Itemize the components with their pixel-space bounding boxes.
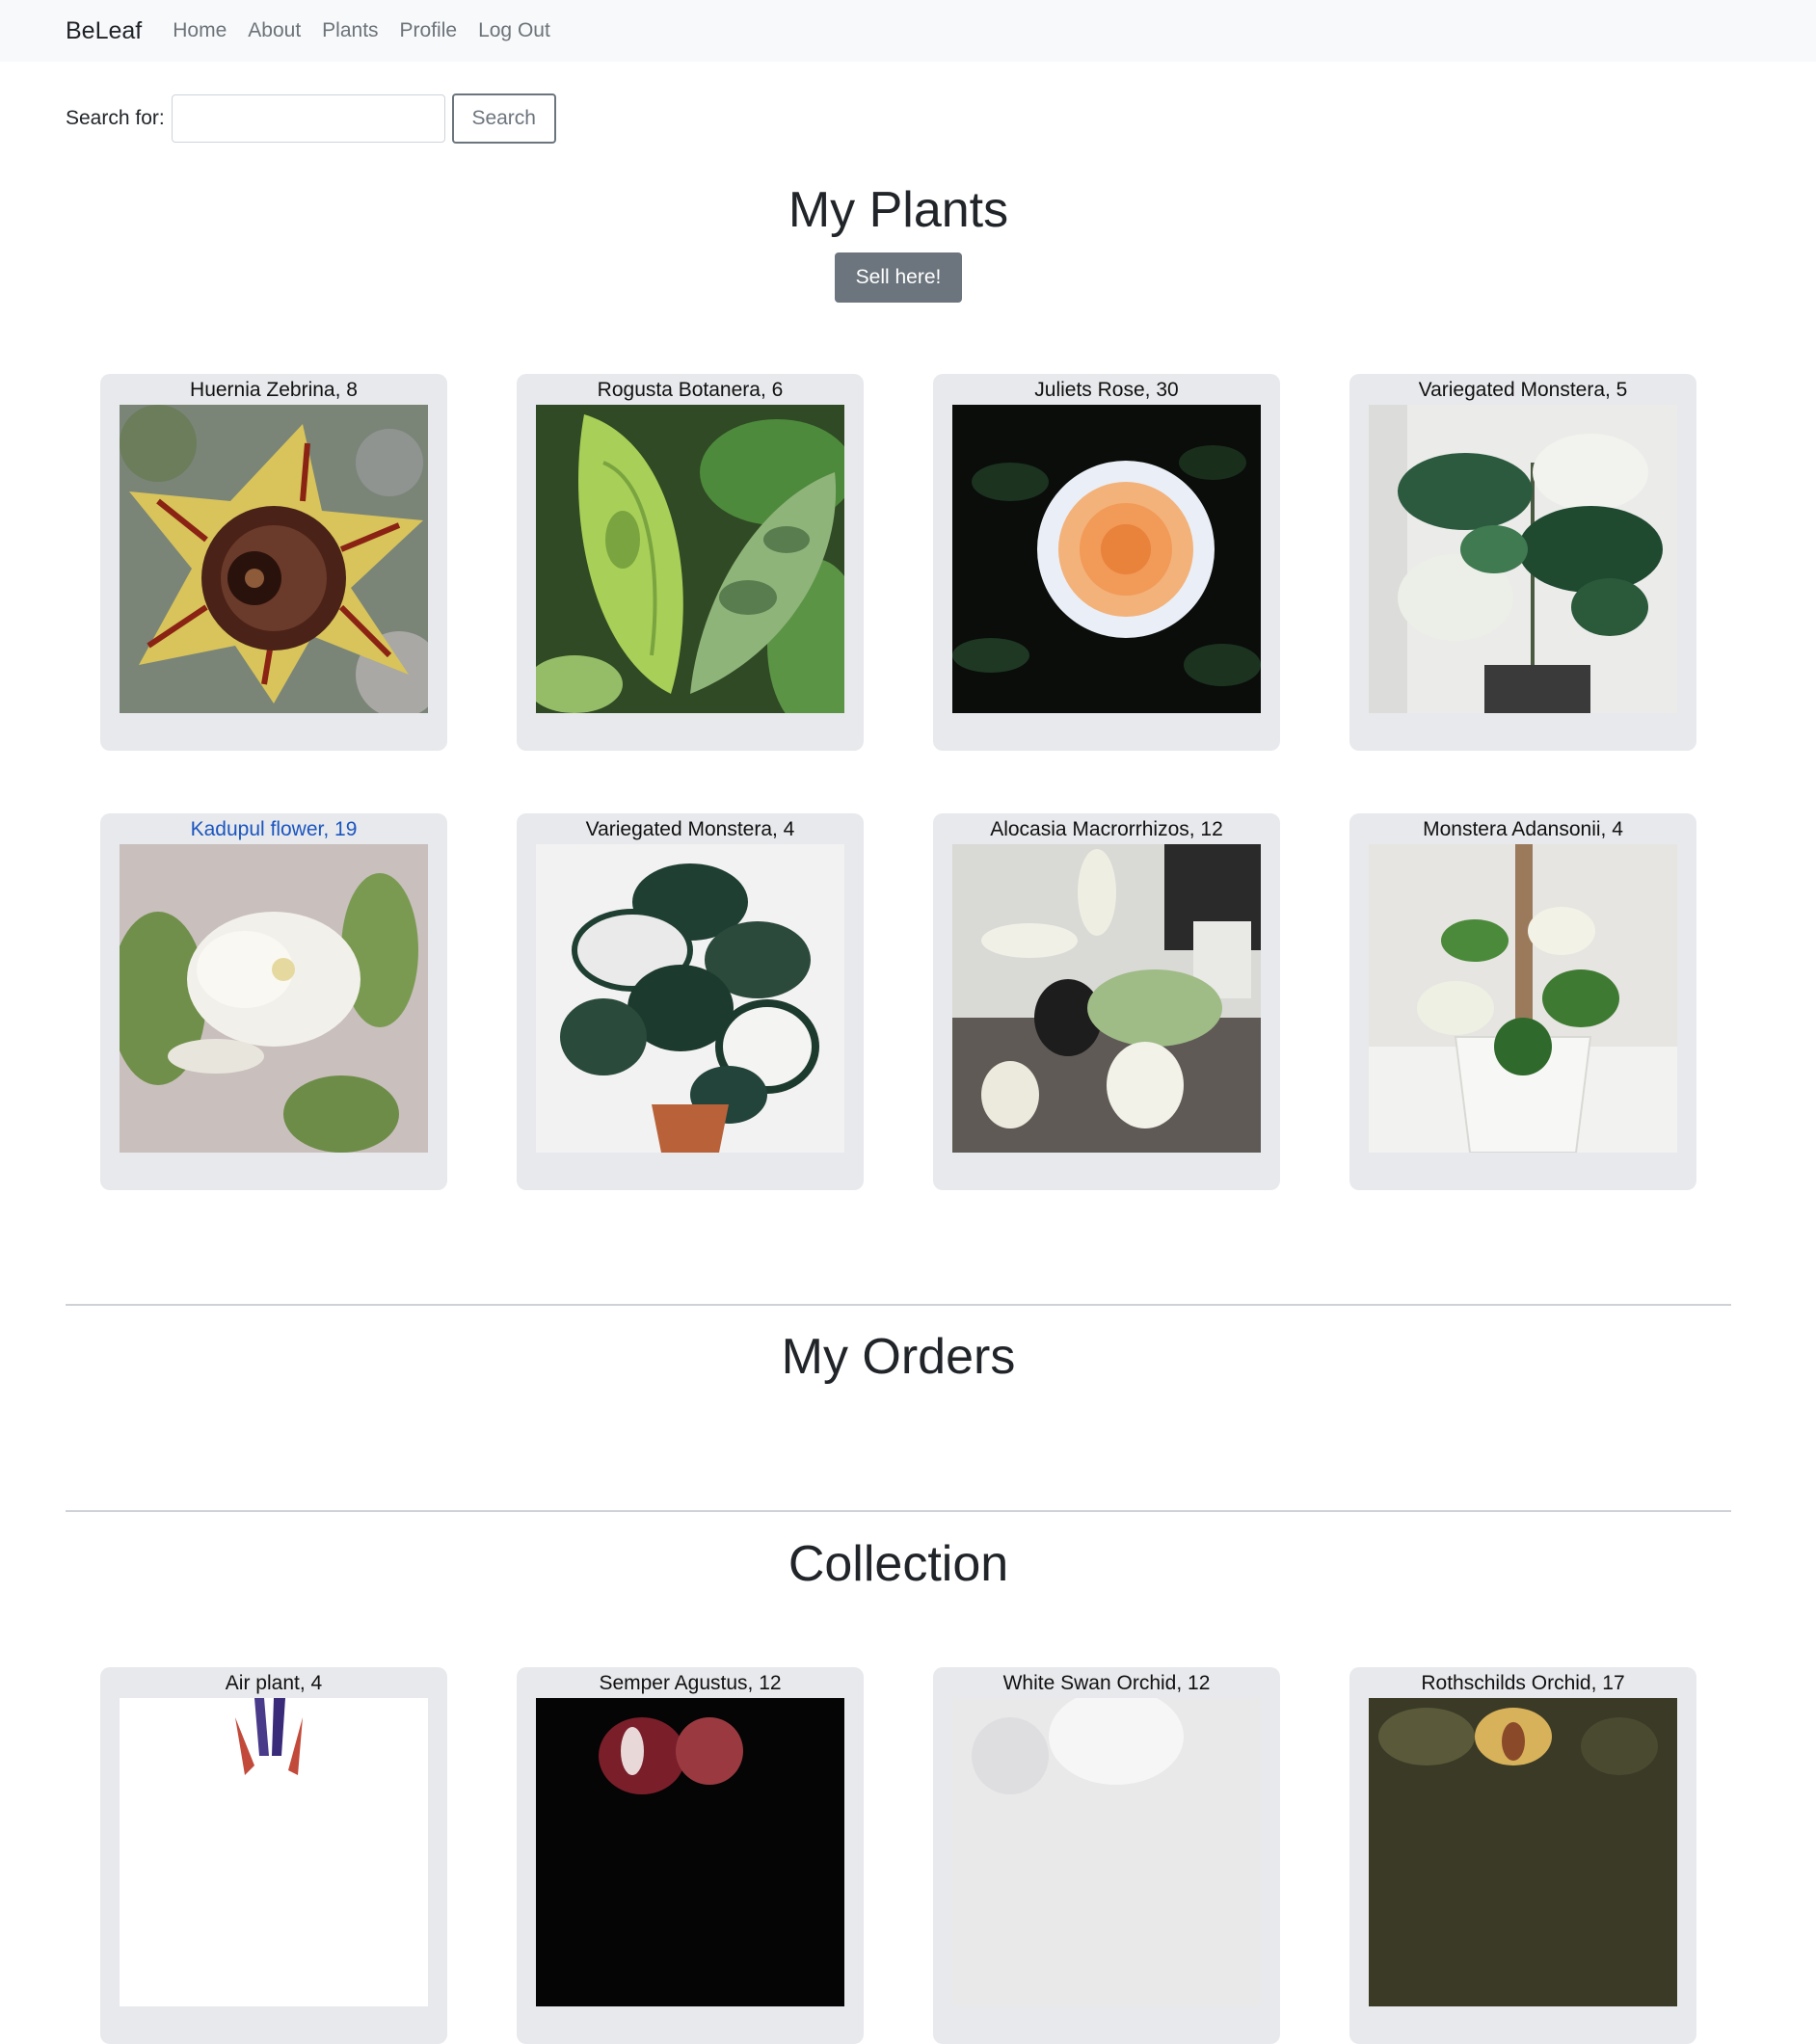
plant-card[interactable]: Rogusta Botanera, 6 [517,374,864,751]
plant-card-title: Monstera Adansonii, 4 [1423,818,1623,840]
alocasia-photo [952,844,1261,1153]
rogusta-botanera-photo [536,405,844,713]
collection-card[interactable]: Rothschilds Orchid, 17 [1349,1667,1696,2044]
collection-card[interactable]: Semper Agustus, 12 [517,1667,864,2044]
white-swan-orchid-photo [952,1698,1261,2006]
plant-card[interactable]: Monstera Adansonii, 4 [1349,813,1696,1190]
nav-link-profile[interactable]: Profile [400,19,458,42]
plant-card-title: Rogusta Botanera, 6 [597,379,784,401]
variegated-monstera-photo [536,844,844,1153]
collection-card-title: Rothschilds Orchid, 17 [1421,1672,1625,1694]
nav-link-plants[interactable]: Plants [322,19,378,42]
variegated-monstera-photo [1369,405,1677,713]
nav-link-about[interactable]: About [248,19,301,42]
nav-link-home[interactable]: Home [173,19,227,42]
section-divider [66,1510,1731,1512]
plant-card-title: Juliets Rose, 30 [1034,379,1179,401]
plant-card[interactable]: Variegated Monstera, 5 [1349,374,1696,751]
nav-link-logout[interactable]: Log Out [478,19,550,42]
brand-logo[interactable]: BeLeaf [66,17,142,45]
search-form: Search for: Search [66,93,556,144]
rothschilds-orchid-photo [1369,1698,1677,2006]
kadupul-flower-photo [120,844,428,1153]
plant-card-title: Huernia Zebrina, 8 [190,379,358,401]
juliets-rose-photo [952,405,1261,713]
my-orders-heading: My Orders [781,1329,1016,1385]
huernia-zebrina-photo [120,405,428,713]
plant-card-title: Alocasia Macrorrhizos, 12 [990,818,1223,840]
my-plants-heading: My Plants [788,182,1009,238]
collection-card[interactable]: White Swan Orchid, 12 [933,1667,1280,2044]
plant-card[interactable]: Variegated Monstera, 4 [517,813,864,1190]
monstera-adansonii-photo [1369,844,1677,1153]
collection-card-title: White Swan Orchid, 12 [1002,1672,1211,1694]
plant-card[interactable]: Juliets Rose, 30 [933,374,1280,751]
plant-card-title-link[interactable]: Kadupul flower, 19 [100,817,447,842]
search-label: Search for: [66,107,165,129]
section-divider [66,1304,1731,1306]
sell-here-button[interactable]: Sell here! [835,252,962,303]
search-button[interactable]: Search [451,93,556,144]
air-plant-photo [120,1698,428,2006]
collection-card-title: Semper Agustus, 12 [599,1672,782,1694]
collection-card-title: Air plant, 4 [225,1672,323,1694]
plant-card-title: Variegated Monstera, 4 [585,818,795,840]
top-navbar: BeLeaf Home About Plants Profile Log Out [0,0,1816,62]
plant-card[interactable]: Kadupul flower, 19 [100,813,447,1190]
collection-heading: Collection [788,1536,1009,1592]
plant-card[interactable]: Alocasia Macrorrhizos, 12 [933,813,1280,1190]
plant-card-title: Variegated Monstera, 5 [1418,379,1628,401]
semper-agustus-photo [536,1698,844,2006]
search-input[interactable] [171,94,445,143]
plant-card[interactable]: Huernia Zebrina, 8 [100,374,447,751]
collection-card[interactable]: Air plant, 4 [100,1667,447,2044]
